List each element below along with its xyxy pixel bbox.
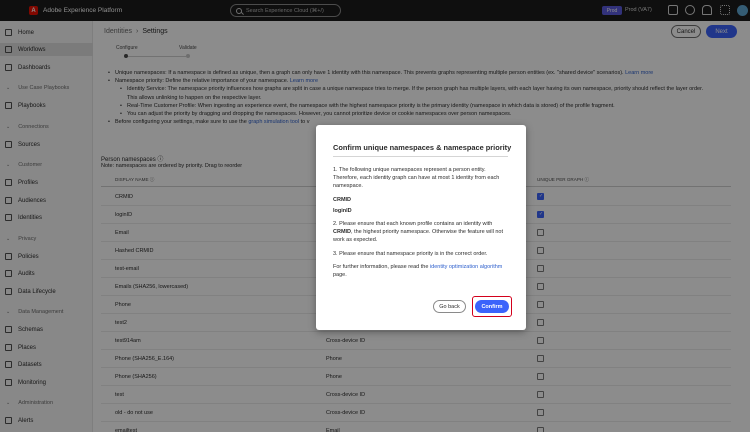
dialog-title: Confirm unique namespaces & namespace pr…: [333, 143, 512, 152]
dialog-paragraph-1: 1. The following unique namespaces repre…: [333, 167, 500, 190]
dialog-namespace-loginid: loginID: [333, 207, 352, 214]
dialog-paragraph-3: 3. Please ensure that namespace priority…: [333, 250, 488, 257]
dialog-divider: [333, 156, 508, 157]
confirm-button[interactable]: Confirm: [475, 300, 509, 313]
confirm-dialog: Confirm unique namespaces & namespace pr…: [316, 125, 526, 330]
dialog-paragraph-2: 2. Please ensure that each known profile…: [333, 221, 503, 244]
dialog-paragraph-4: For further information, please read the…: [333, 263, 503, 279]
go-back-button[interactable]: Go back: [433, 300, 466, 313]
dialog-namespace-crmid: CRMID: [333, 196, 352, 203]
identity-optimization-link[interactable]: identity optimization algorithm: [430, 264, 502, 270]
dialog-body: 1. The following unique namespaces repre…: [333, 166, 511, 284]
